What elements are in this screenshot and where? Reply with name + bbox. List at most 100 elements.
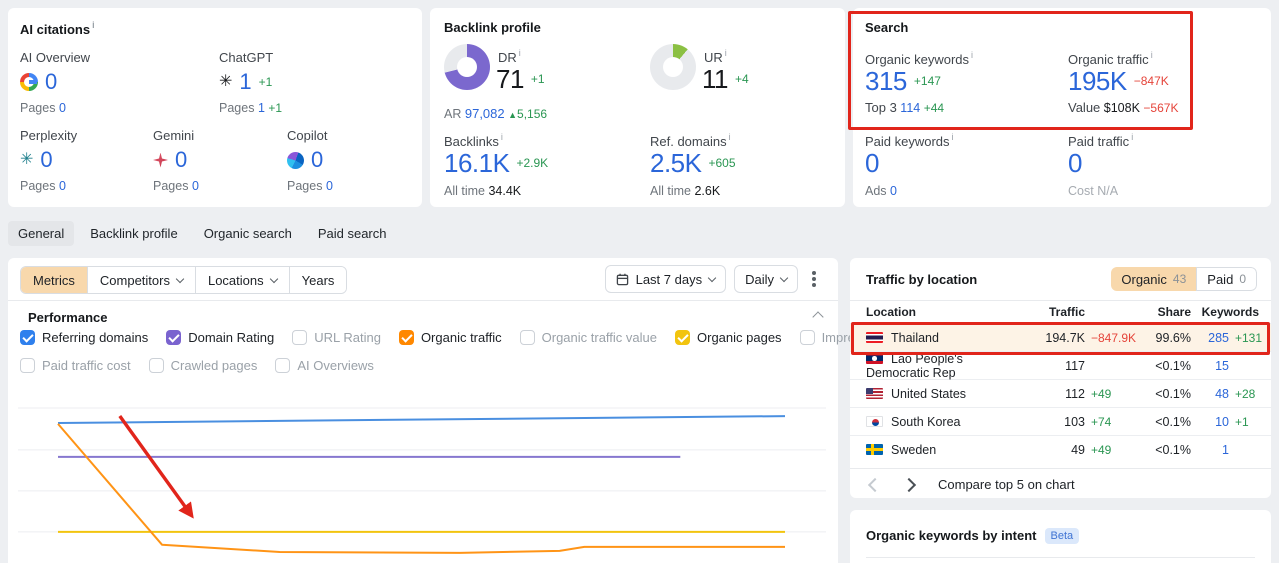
metric-organic-traffic[interactable]: Organic traffic <box>398 330 502 345</box>
site-explorer-overview: AI citations i AI Overview 0 Pages 0 Chat… <box>0 0 1279 563</box>
previous-page-icon[interactable] <box>867 477 883 492</box>
ar-value[interactable]: 97,082 <box>465 106 505 121</box>
pages-value[interactable]: 0 <box>59 101 66 115</box>
checkbox-icon <box>20 330 35 345</box>
table-row-united-states[interactable]: United States 112 +49 <0.1% 48 +28 <box>850 379 1271 407</box>
ai-stat-value[interactable]: 0 <box>45 71 57 93</box>
chatgpt-icon: ✳ <box>219 73 233 90</box>
top3-value[interactable]: 114 <box>900 101 920 115</box>
tab-backlink-profile[interactable]: Backlink profile <box>80 221 187 246</box>
table-row-thailand[interactable]: Thailand 194.7K −847.9K 99.6% 285 +131 <box>850 323 1271 351</box>
search-title: Search <box>865 20 909 35</box>
ai-stat-label: Gemini <box>153 128 195 143</box>
keywords-link[interactable]: 285 <box>1191 331 1229 345</box>
dr-label: DR i <box>498 48 521 65</box>
ai-citations-card: AI citations i AI Overview 0 Pages 0 Chat… <box>8 8 422 207</box>
metric-referring-domains[interactable]: Referring domains <box>20 330 148 345</box>
backlinks-label: Backlinks i <box>444 132 503 149</box>
metric-ai-overviews[interactable]: AI Overviews <box>275 358 374 373</box>
granularity-button[interactable]: Daily <box>734 265 798 293</box>
google-g-icon <box>20 73 38 91</box>
checkbox-icon <box>675 330 690 345</box>
ai-stat-chatgpt: ChatGPT ✳ 1 +1 Pages 1 +1 <box>219 50 283 115</box>
ref-domains-label: Ref. domains i <box>650 132 731 149</box>
organic-keywords-value[interactable]: 315 <box>865 68 907 94</box>
ai-stat-gemini: Gemini 0 Pages 0 <box>153 128 199 193</box>
pages-value[interactable]: 0 <box>326 179 333 193</box>
info-icon: i <box>724 48 727 58</box>
ur-label: UR i <box>704 48 727 65</box>
info-icon: i <box>971 50 974 60</box>
ai-stat-perplexity: Perplexity ✳ 0 Pages 0 <box>20 128 77 193</box>
paid-toggle-button[interactable]: Paid 0 <box>1196 267 1257 291</box>
paid-keywords-value[interactable]: 0 <box>865 150 879 176</box>
info-icon: i <box>92 20 95 30</box>
info-icon: i <box>951 132 954 142</box>
date-range-button[interactable]: Last 7 days <box>604 265 727 293</box>
tab-organic-search[interactable]: Organic search <box>194 221 302 246</box>
tab-general[interactable]: General <box>8 221 75 246</box>
metric-organic-pages[interactable]: Organic pages <box>675 330 782 345</box>
ai-stat-value[interactable]: 0 <box>311 149 323 171</box>
tab-paid-search[interactable]: Paid search <box>308 221 397 246</box>
metric-url-rating[interactable]: URL Rating <box>292 330 381 345</box>
ai-stat-value[interactable]: 0 <box>175 149 187 171</box>
more-options-icon[interactable] <box>812 271 816 287</box>
filter-group: Metrics Competitors Locations Years <box>20 266 348 294</box>
dr-donut-chart <box>444 44 490 90</box>
metric-organic-traffic-value[interactable]: Organic traffic value <box>519 330 657 345</box>
ai-stat-label: ChatGPT <box>219 50 274 65</box>
pages-value[interactable]: 0 <box>192 179 199 193</box>
ur-value: 11 <box>702 64 729 94</box>
table-row-laos[interactable]: Lao People's Democratic Rep 117 <0.1% 15 <box>850 351 1271 380</box>
table-row-south-korea[interactable]: South Korea 103 +74 <0.1% 10 +1 <box>850 407 1271 435</box>
metric-paid-traffic-cost[interactable]: Paid traffic cost <box>20 358 131 373</box>
chevron-down-icon <box>269 274 278 283</box>
beta-badge: Beta <box>1044 528 1080 544</box>
ai-stat-ai-overview: AI Overview 0 Pages 0 <box>20 50 90 115</box>
metric-domain-rating[interactable]: Domain Rating <box>166 330 274 345</box>
chevron-down-icon <box>779 273 789 282</box>
pages-value[interactable]: 1 <box>258 101 265 115</box>
paid-traffic-value[interactable]: 0 <box>1068 150 1082 176</box>
info-icon: i <box>500 132 503 142</box>
ref-domains-value[interactable]: 2.5K <box>650 150 702 176</box>
keywords-link[interactable]: 1 <box>1191 443 1229 457</box>
sweden-flag-icon <box>866 443 883 455</box>
traffic-value-row: Value $108K −567K <box>1068 100 1179 115</box>
location-cell: Sweden <box>866 443 1025 457</box>
organic-toggle-button[interactable]: Organic 43 <box>1111 267 1197 291</box>
checkbox-icon <box>166 330 182 345</box>
checkbox-icon <box>398 330 414 345</box>
ar-row: AR 97,082 ▲5,156 <box>444 106 548 121</box>
dr-value: 71 <box>496 64 524 94</box>
metric-crawled-pages[interactable]: Crawled pages <box>148 358 257 373</box>
keywords-link[interactable]: 15 <box>1191 359 1229 373</box>
pages-value[interactable]: 0 <box>59 179 66 193</box>
info-icon: i <box>518 48 521 58</box>
competitors-filter-button[interactable]: Competitors <box>86 267 195 293</box>
metrics-filter-button[interactable]: Metrics <box>21 267 87 293</box>
traffic-by-location-title: Traffic by location <box>866 272 978 287</box>
backlinks-value[interactable]: 16.1K <box>444 150 510 176</box>
collapse-section-icon[interactable] <box>812 311 824 323</box>
traffic-type-toggle: Organic 43 Paid 0 <box>1111 267 1257 291</box>
locations-filter-button[interactable]: Locations <box>194 267 289 293</box>
ads-row: Ads 0 <box>865 184 897 198</box>
next-page-icon[interactable] <box>901 477 917 492</box>
organic-traffic-value[interactable]: 195K <box>1068 68 1127 94</box>
keywords-link[interactable]: 48 <box>1191 387 1229 401</box>
ur-value-row: 11 +4 <box>702 66 749 92</box>
pages-label: Pages <box>287 179 323 193</box>
years-filter-button[interactable]: Years <box>288 267 347 293</box>
pages-label: Pages <box>20 179 56 193</box>
table-row-sweden[interactable]: Sweden 49 +49 <0.1% 1 <box>850 435 1271 463</box>
compare-top5-link[interactable]: Compare top 5 on chart <box>938 477 1075 492</box>
divider <box>8 300 838 301</box>
ai-stat-value[interactable]: 0 <box>40 149 52 171</box>
pages-label: Pages <box>153 179 189 193</box>
dr-change: +1 <box>530 72 545 86</box>
ai-stat-value[interactable]: 1 <box>239 71 251 93</box>
keywords-link[interactable]: 10 <box>1191 415 1229 429</box>
organic-traffic-label: Organic traffic i <box>1068 50 1153 67</box>
